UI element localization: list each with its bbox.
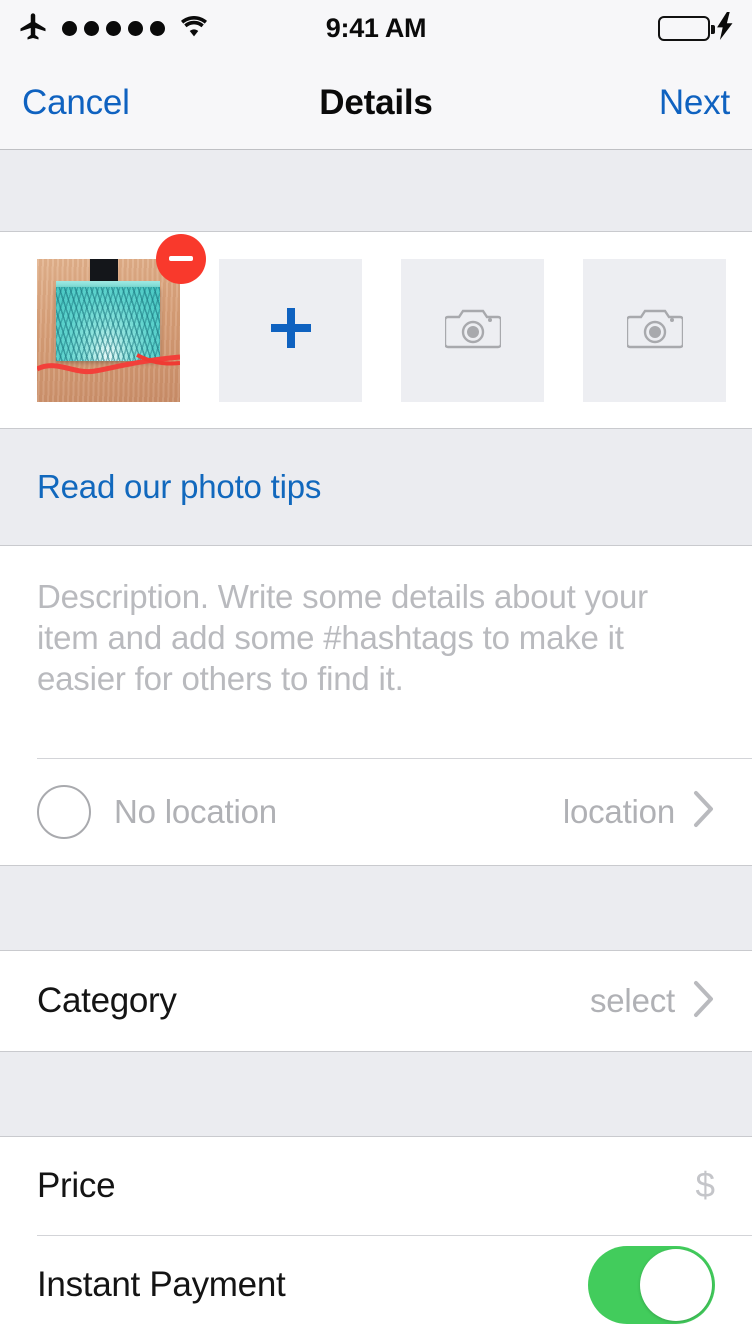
red-cord [37, 352, 180, 377]
app-screen: 9:41 AM Cancel Details Next Read our pho… [0, 0, 752, 1334]
cancel-button[interactable]: Cancel [22, 83, 130, 123]
minus-icon [169, 256, 193, 261]
photo-tips-section: Read our photo tips [0, 428, 752, 546]
chevron-right-icon [693, 980, 715, 1023]
navigation-bar: Cancel Details Next [0, 56, 752, 150]
location-row[interactable]: No location location [0, 758, 752, 865]
next-button[interactable]: Next [659, 83, 730, 123]
status-bar: 9:41 AM [0, 0, 752, 56]
instant-payment-label: Instant Payment [37, 1265, 286, 1304]
description-field[interactable]: Description. Write some details about yo… [0, 546, 752, 758]
row-divider [37, 758, 752, 759]
category-row[interactable]: Category select [0, 951, 752, 1051]
section-spacer-price [0, 1051, 752, 1137]
toggle-knob [640, 1249, 712, 1321]
photo-thumbnail-1[interactable] [37, 233, 206, 402]
price-row[interactable]: Price $ [0, 1137, 752, 1235]
price-label: Price [37, 1166, 116, 1205]
category-label: Category [37, 981, 177, 1020]
circle-outline-icon [37, 784, 91, 839]
camera-icon [625, 305, 684, 356]
location-label: No location [114, 792, 277, 830]
photo-tips-link[interactable]: Read our photo tips [37, 468, 321, 506]
category-value: select [589, 982, 675, 1019]
photo-thumbnail-image [37, 258, 180, 402]
instant-payment-row: Instant Payment [0, 1235, 752, 1334]
battery-icon [658, 15, 715, 41]
plus-icon [265, 302, 317, 359]
chevron-right-icon [693, 790, 715, 833]
location-value: location [562, 792, 675, 830]
row-divider [37, 1235, 752, 1236]
camera-icon [443, 305, 502, 356]
section-spacer-top [0, 150, 752, 232]
description-placeholder: Description. Write some details about yo… [37, 578, 648, 697]
currency-symbol: $ [695, 1166, 715, 1205]
instant-payment-toggle[interactable] [588, 1246, 715, 1324]
section-spacer-category [0, 865, 752, 951]
status-bar-clock: 9:41 AM [325, 12, 427, 43]
photo-slot-empty-2[interactable] [583, 258, 726, 402]
category-row-right: select [590, 980, 715, 1023]
remove-photo-button[interactable] [156, 233, 206, 284]
location-row-right: location [563, 790, 715, 833]
photo-picker-row [0, 232, 752, 428]
photo-slot-empty-1[interactable] [401, 258, 544, 402]
add-photo-button[interactable] [219, 258, 362, 402]
